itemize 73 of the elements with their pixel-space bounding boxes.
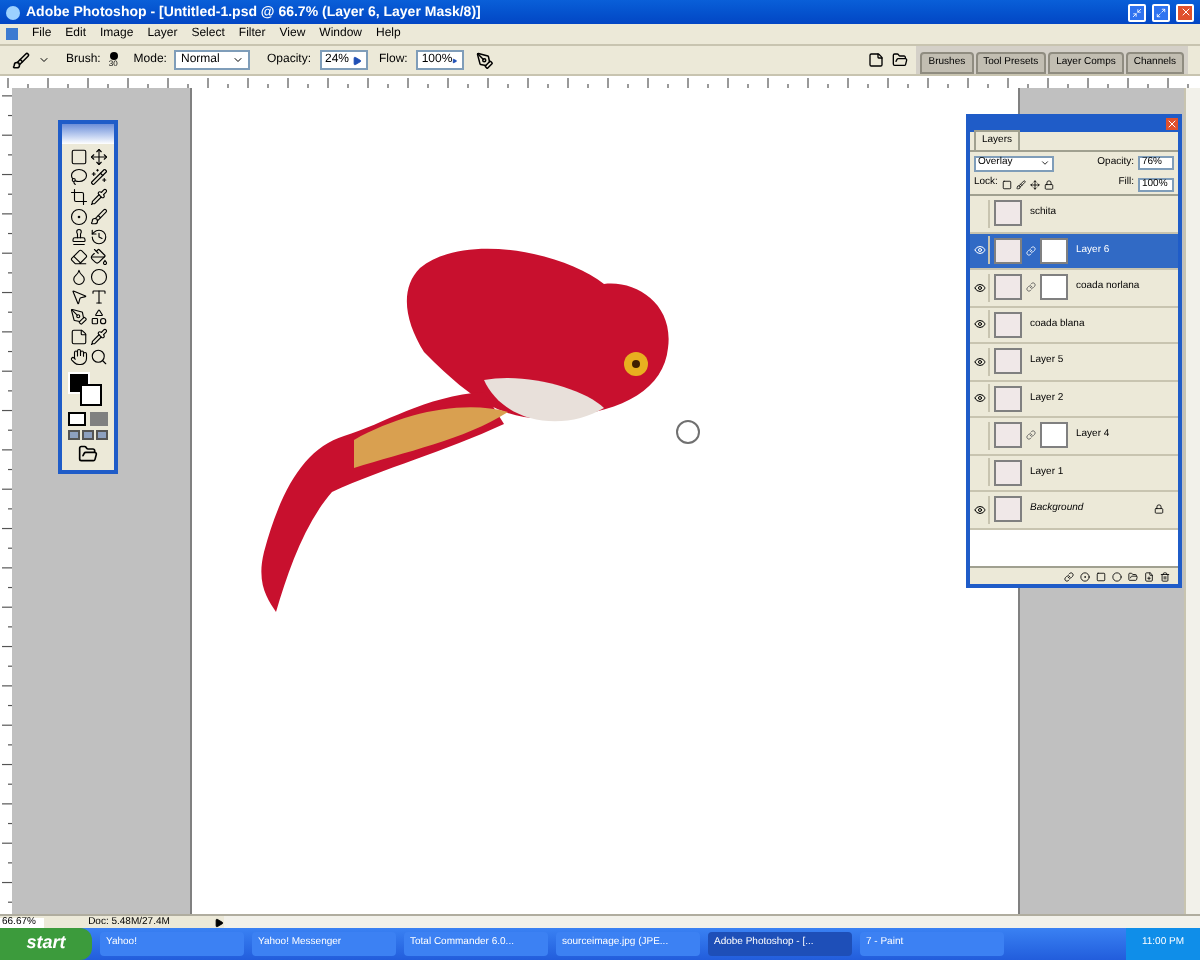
shapes-icon[interactable] — [89, 308, 107, 326]
link-icon[interactable] — [1064, 571, 1074, 581]
horizontal-scrollbar[interactable] — [224, 916, 1200, 928]
layer-thumbnail — [994, 274, 1022, 301]
start-button[interactable]: start — [0, 928, 92, 960]
lock-position-icon[interactable] — [1029, 179, 1040, 189]
wand-icon[interactable] — [89, 168, 107, 186]
lock-image-icon[interactable] — [1015, 179, 1026, 189]
layer-thumbnail — [994, 200, 1022, 227]
visibility-toggle[interactable] — [972, 495, 990, 524]
circle-icon[interactable] — [89, 268, 107, 286]
eye-icon — [974, 318, 986, 331]
new-layer-icon[interactable] — [1144, 571, 1154, 581]
visibility-toggle[interactable] — [972, 347, 990, 376]
marquee-icon[interactable] — [69, 148, 87, 166]
lock-all-icon[interactable] — [1043, 179, 1054, 189]
brush-icon[interactable] — [12, 51, 30, 69]
close-icon[interactable] — [1166, 118, 1178, 130]
link-icon[interactable] — [1026, 430, 1036, 441]
arrow-icon — [452, 55, 458, 65]
close-icon — [1179, 6, 1191, 18]
visibility-toggle[interactable] — [972, 384, 990, 413]
brush-icon[interactable] — [89, 208, 107, 226]
pointer-icon[interactable] — [69, 288, 87, 306]
eye-icon — [974, 503, 986, 516]
standard-mode-icon[interactable] — [68, 412, 86, 426]
background-swatch[interactable] — [80, 384, 102, 406]
eye-icon — [974, 244, 986, 257]
eye-icon — [974, 355, 986, 368]
layer-thumbnail — [994, 496, 1022, 523]
drop-icon[interactable] — [69, 268, 87, 286]
arrow-icon — [351, 55, 361, 65]
link-icon[interactable] — [1026, 282, 1036, 293]
eye-icon — [974, 392, 986, 405]
brush-cursor — [676, 420, 700, 444]
folder-icon[interactable] — [1128, 571, 1138, 581]
history-icon[interactable] — [89, 228, 107, 246]
caret-icon — [1040, 158, 1050, 168]
crop-icon[interactable] — [69, 188, 87, 206]
layer-thumbnail — [994, 459, 1022, 486]
bucket-icon[interactable] — [89, 248, 107, 266]
caret-icon[interactable] — [38, 54, 50, 66]
visibility-toggle[interactable] — [972, 310, 990, 339]
lasso-icon[interactable] — [69, 168, 87, 186]
pen-icon[interactable] — [69, 308, 87, 326]
layer-thumbnail — [994, 311, 1022, 338]
layer-thumbnail — [994, 422, 1022, 449]
layer-thumbnail — [994, 385, 1022, 412]
maximize-icon — [1156, 7, 1166, 17]
pipette-icon[interactable] — [89, 188, 107, 206]
caret-icon — [232, 54, 245, 66]
minimize-button[interactable] — [1128, 3, 1146, 21]
close-button[interactable] — [1176, 3, 1194, 21]
stamp-icon[interactable] — [69, 228, 87, 246]
maximize-button[interactable] — [1152, 3, 1170, 21]
visibility-toggle[interactable] — [972, 273, 990, 302]
note-icon[interactable] — [69, 328, 87, 346]
eye-icon — [974, 281, 986, 294]
layer-thumbnail — [994, 348, 1022, 375]
eraser-icon[interactable] — [69, 248, 87, 266]
layer-thumbnail — [994, 237, 1022, 264]
type-icon[interactable] — [89, 288, 107, 306]
move-icon[interactable] — [89, 148, 107, 166]
pipette-icon[interactable] — [89, 328, 107, 346]
visibility-toggle[interactable] — [972, 236, 990, 265]
zoom-icon[interactable] — [89, 348, 107, 366]
minimize-icon — [1132, 7, 1142, 17]
hand-icon[interactable] — [69, 348, 87, 366]
lock-transparency-icon[interactable] — [1001, 179, 1012, 189]
vertical-scrollbar[interactable] — [1184, 88, 1200, 914]
circle-dot-icon[interactable] — [69, 208, 87, 226]
status-menu-icon[interactable] — [214, 917, 224, 927]
trash-icon[interactable] — [1160, 571, 1170, 581]
